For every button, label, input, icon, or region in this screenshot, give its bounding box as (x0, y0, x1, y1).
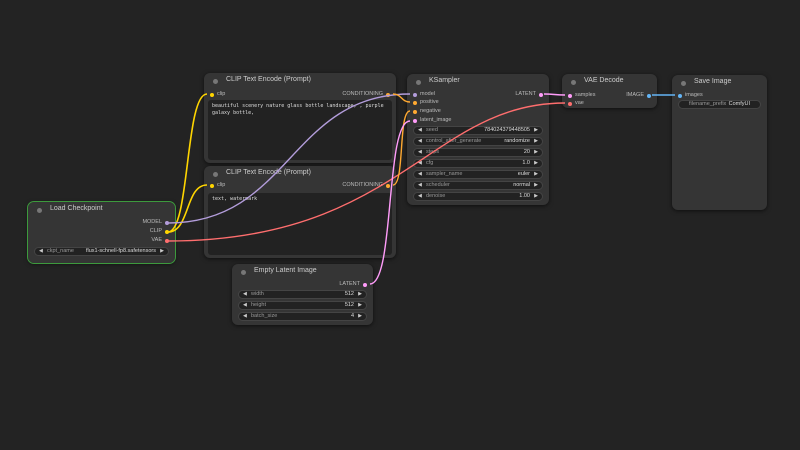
node-title[interactable]: CLIP Text Encode (Prompt) (204, 73, 396, 89)
ksampler-node[interactable]: KSampler model positive negative latent_… (407, 74, 549, 205)
collapse-dot-icon[interactable] (213, 79, 218, 84)
height-widget[interactable]: ◀ height 512 ▶ (238, 301, 367, 310)
width-widget[interactable]: ◀ width 512 ▶ (238, 290, 367, 299)
input-latent-image[interactable]: latent_image (413, 116, 452, 125)
node-title[interactable]: Load Checkpoint (28, 202, 175, 218)
node-title[interactable]: VAE Decode (562, 74, 657, 90)
node-title[interactable]: KSampler (407, 74, 549, 90)
collapse-dot-icon[interactable] (37, 208, 42, 213)
clip-text-encode-negative-node[interactable]: CLIP Text Encode (Prompt) clip CONDITION… (204, 166, 396, 258)
node-title[interactable]: Save Image (672, 75, 767, 91)
input-negative[interactable]: negative (413, 107, 441, 116)
output-latent[interactable]: LATENT (515, 90, 543, 99)
output-model[interactable]: MODEL (142, 218, 169, 227)
steps-widget[interactable]: ◀ steps 20 ▶ (413, 148, 543, 157)
clip-text-encode-positive-node[interactable]: CLIP Text Encode (Prompt) clip CONDITION… (204, 73, 396, 163)
cfg-widget[interactable]: ◀ cfg 1.0 ▶ (413, 159, 543, 168)
sampler-name-widget[interactable]: ◀ sampler_name euler ▶ (413, 170, 543, 179)
output-image[interactable]: IMAGE (626, 91, 651, 100)
control-after-generate-widget[interactable]: ◀ control_after_generate randomize ▶ (413, 137, 543, 146)
ckpt-name-combo[interactable]: ◀ ckpt_name flux1-schnell-fp8.safetensors ▶ (34, 247, 169, 256)
right-arrow-icon[interactable]: ▶ (160, 248, 164, 255)
collapse-dot-icon[interactable] (571, 80, 576, 85)
save-image-node[interactable]: Save Image images filename_prefix ComfyUI (672, 75, 767, 210)
input-clip[interactable]: clip (210, 90, 225, 99)
output-vae[interactable]: VAE (151, 236, 169, 245)
node-title[interactable]: CLIP Text Encode (Prompt) (204, 166, 396, 182)
output-conditioning[interactable]: CONDITIONING (342, 90, 390, 99)
seed-widget[interactable]: ◀ seed 784024379448505 ▶ (413, 126, 543, 135)
collapse-dot-icon[interactable] (241, 270, 246, 275)
input-vae[interactable]: vae (568, 99, 584, 108)
empty-latent-image-node[interactable]: Empty Latent Image LATENT ◀ width 512 ▶ ◀ he… (232, 264, 373, 325)
prompt-textarea[interactable]: beautiful scenery nature glass bottle la… (208, 100, 392, 160)
scheduler-widget[interactable]: ◀ scheduler normal ▶ (413, 181, 543, 190)
collapse-dot-icon[interactable] (213, 172, 218, 177)
output-clip[interactable]: CLIP (150, 227, 169, 236)
output-latent[interactable]: LATENT (339, 280, 367, 289)
vae-decode-node[interactable]: VAE Decode samples vae IMAGE (562, 74, 657, 108)
left-arrow-icon[interactable]: ◀ (39, 248, 43, 255)
prompt-textarea[interactable]: text, watermark (208, 193, 392, 255)
batch-size-widget[interactable]: ◀ batch_size 4 ▶ (238, 312, 367, 321)
collapse-dot-icon[interactable] (681, 81, 686, 86)
load-checkpoint-node[interactable]: Load Checkpoint MODEL CLIP VAE ◀ ckpt_nam… (27, 201, 176, 264)
input-clip[interactable]: clip (210, 181, 225, 190)
input-images[interactable]: images (678, 91, 703, 100)
node-title[interactable]: Empty Latent Image (232, 264, 373, 280)
filename-prefix-field[interactable]: filename_prefix ComfyUI (678, 100, 761, 109)
collapse-dot-icon[interactable] (416, 80, 421, 85)
output-conditioning[interactable]: CONDITIONING (342, 181, 390, 190)
input-positive[interactable]: positive (413, 98, 439, 107)
denoise-widget[interactable]: ◀ denoise 1.00 ▶ (413, 192, 543, 201)
